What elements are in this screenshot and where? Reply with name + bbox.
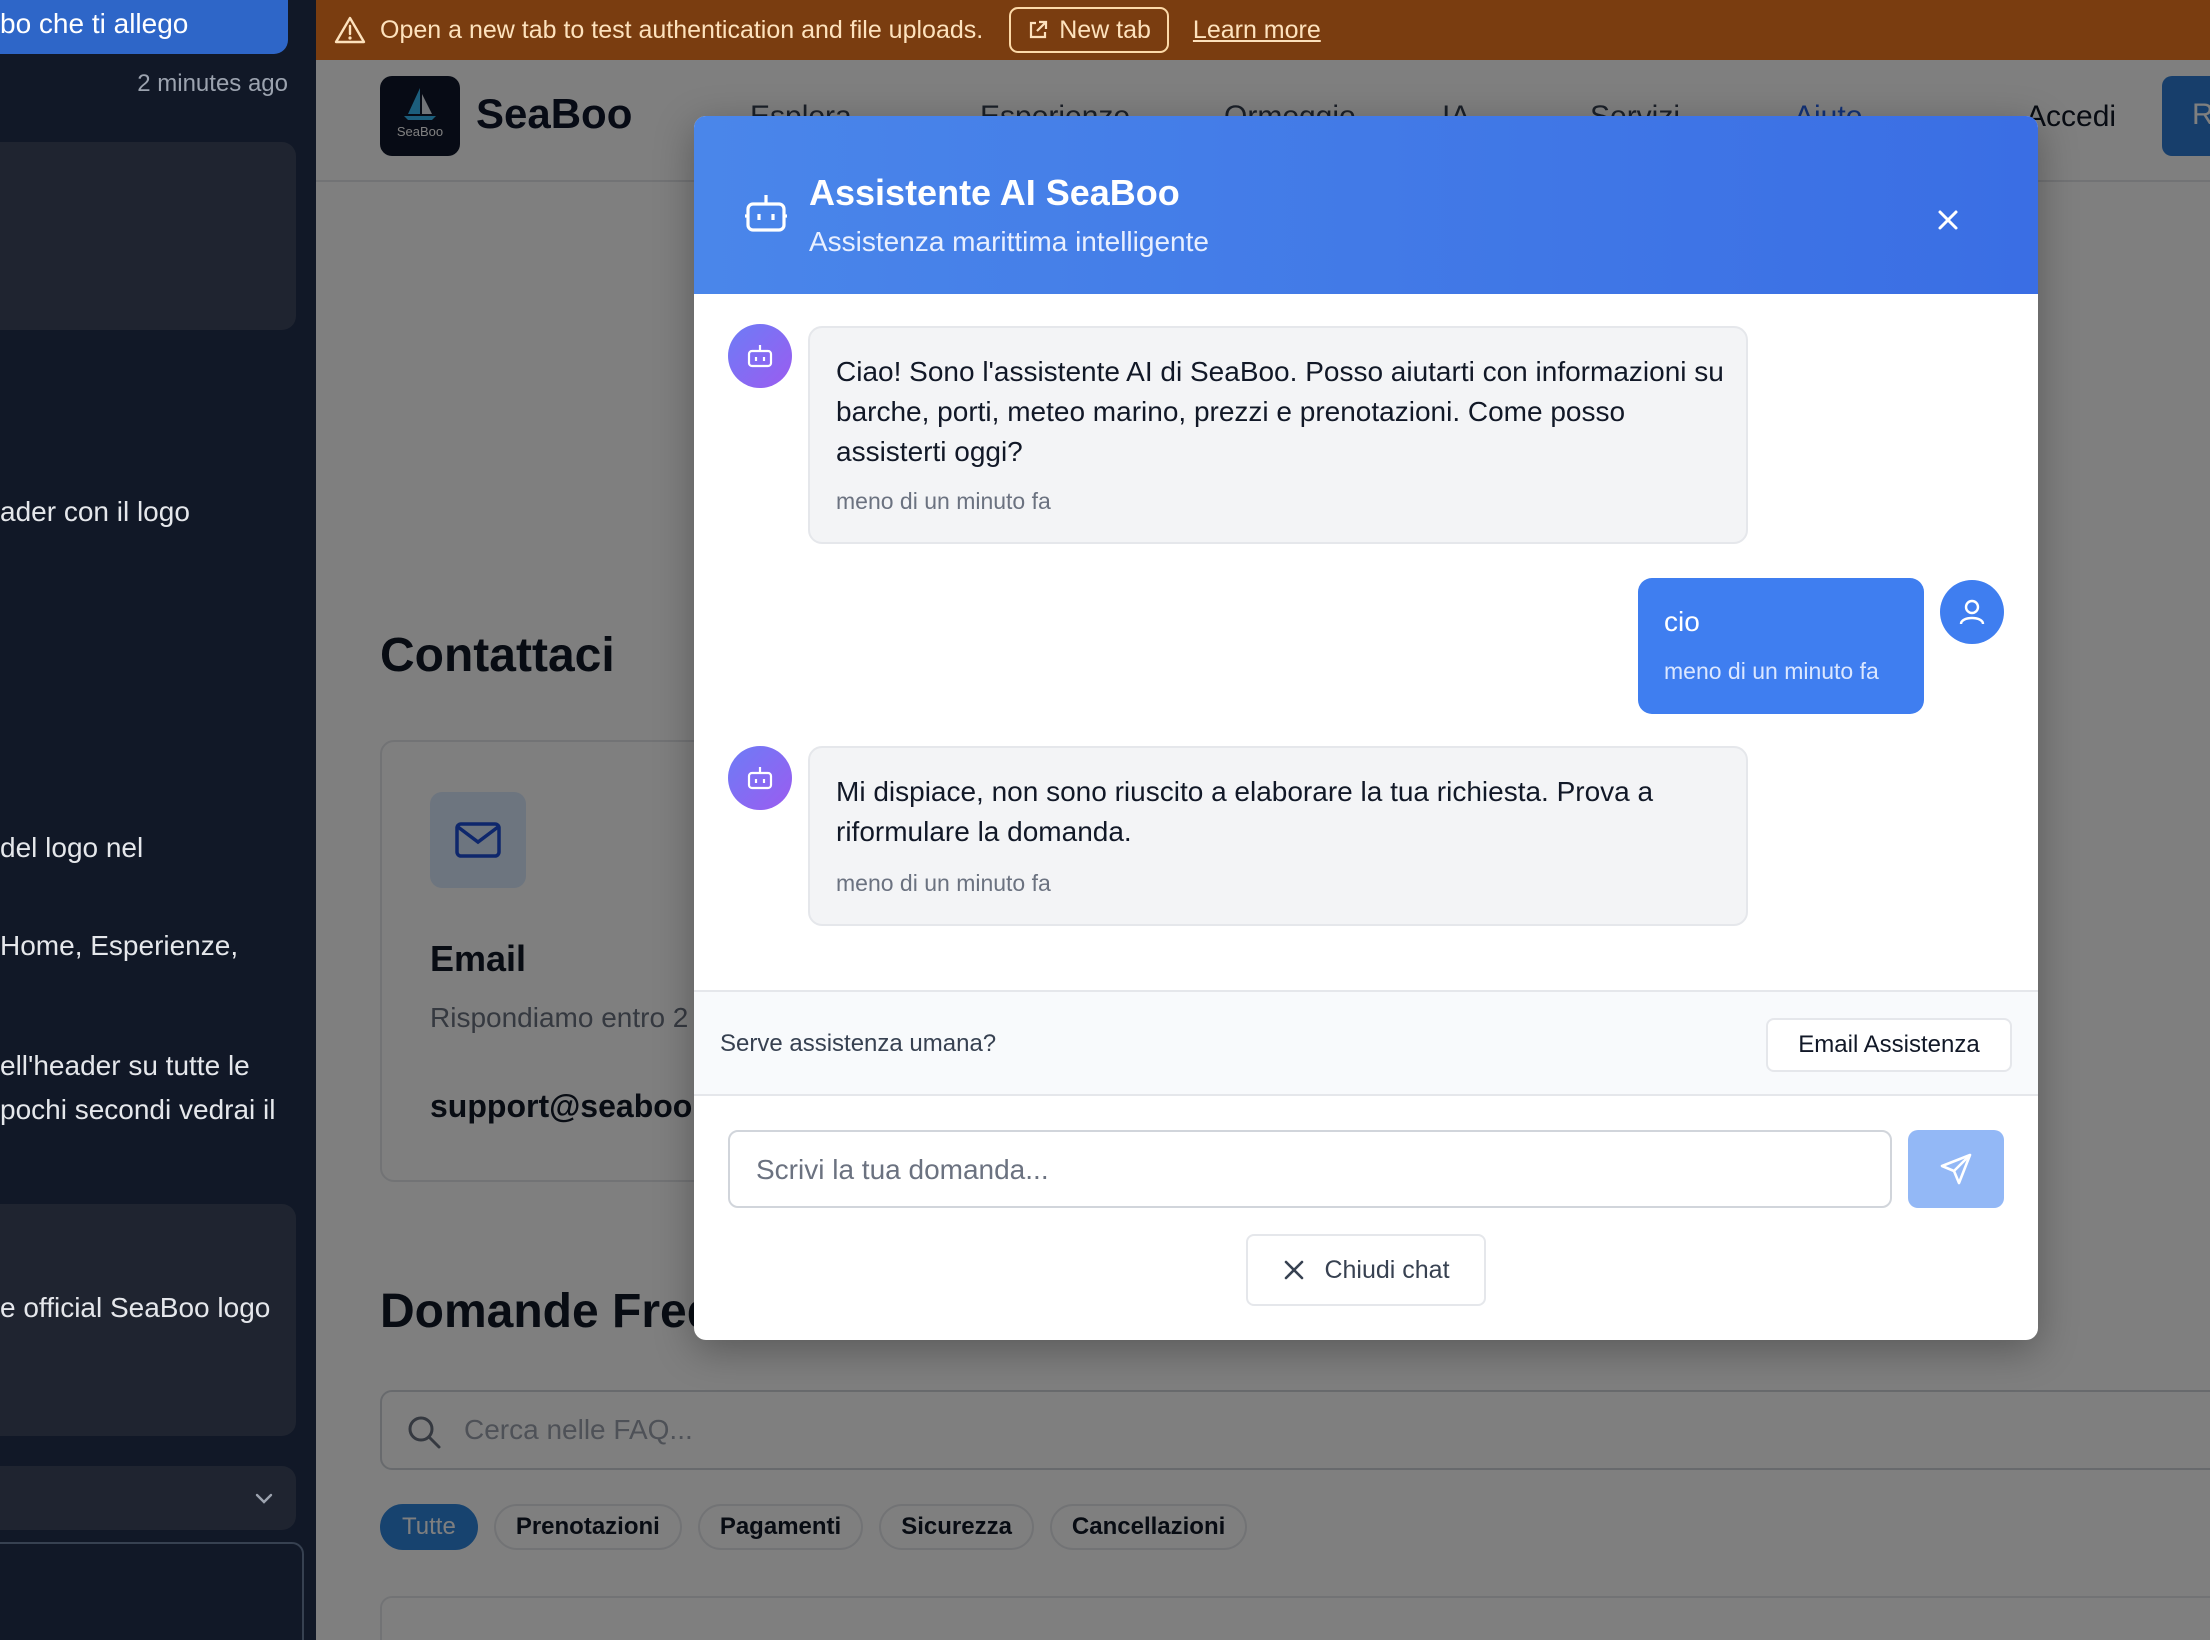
bot-icon xyxy=(747,767,773,790)
warning-banner: Open a new tab to test authentication an… xyxy=(316,0,2210,60)
assistant-text-line: pochi secondi vedrai il xyxy=(0,1094,276,1125)
attachment-card[interactable] xyxy=(0,142,296,330)
message-timestamp: meno di un minuto fa xyxy=(836,488,1051,514)
bot-avatar xyxy=(728,324,792,388)
close-chat-label: Chiudi chat xyxy=(1324,1255,1450,1284)
user-message-text: cio xyxy=(1664,606,1700,637)
model-dropdown[interactable] xyxy=(0,1466,296,1530)
chat-message-input[interactable]: Scrivi la tua domanda... xyxy=(728,1130,1892,1208)
bot-message-text: Ciao! Sono l'assistente AI di SeaBoo. Po… xyxy=(836,356,1724,467)
bot-icon xyxy=(744,192,788,234)
chevron-down-icon xyxy=(254,1488,274,1508)
bot-message-bubble: Mi dispiace, non sono riuscito a elabora… xyxy=(808,746,1748,926)
user-avatar xyxy=(1940,580,2004,644)
send-button[interactable] xyxy=(1908,1130,2004,1208)
bot-message-text: Mi dispiace, non sono riuscito a elabora… xyxy=(836,776,1654,847)
editor-chat-sidebar: bo che ti allego 2 minutes ago ader con … xyxy=(0,0,316,1640)
message-card-text: e official SeaBoo logo xyxy=(0,1292,271,1323)
user-message-bubble: bo che ti allego xyxy=(0,0,288,54)
chat-header: Assistente AI SeaBoo Assistenza marittim… xyxy=(694,116,2038,294)
human-support-bar: Serve assistenza umana? Email Assistenza xyxy=(694,990,2038,1096)
bot-avatar xyxy=(728,746,792,810)
user-message-bubble: cio meno di un minuto fa xyxy=(1638,578,1924,714)
learn-more-link[interactable]: Learn more xyxy=(1193,16,1321,45)
message-timestamp: meno di un minuto fa xyxy=(1664,658,1879,684)
new-tab-button[interactable]: New tab xyxy=(1009,7,1169,53)
chat-title: Assistente AI SeaBoo xyxy=(809,172,1180,213)
bot-icon xyxy=(747,345,773,368)
warning-icon xyxy=(334,15,366,45)
send-icon xyxy=(1940,1153,1972,1185)
user-message-text: bo che ti allego xyxy=(0,8,189,39)
close-chat-button[interactable]: Chiudi chat xyxy=(1246,1234,1486,1306)
assistant-text-line: Home, Esperienze, xyxy=(0,930,239,961)
user-icon xyxy=(1959,599,1985,625)
bot-message-bubble: Ciao! Sono l'assistente AI di SeaBoo. Po… xyxy=(808,326,1748,544)
chat-subtitle: Assistenza marittima intelligente xyxy=(809,226,1209,257)
external-link-icon xyxy=(1027,19,1049,41)
chat-input-placeholder: Scrivi la tua domanda... xyxy=(756,1154,1049,1185)
assistant-text-line: ader con il logo xyxy=(0,496,190,527)
new-tab-label: New tab xyxy=(1059,15,1151,44)
prompt-input[interactable] xyxy=(0,1542,304,1640)
assistant-text-line: del logo nel xyxy=(0,832,144,863)
message-timestamp: meno di un minuto fa xyxy=(836,870,1051,896)
email-support-button[interactable]: Email Assistenza xyxy=(1766,1018,2012,1072)
message-card: e official SeaBoo logo xyxy=(0,1204,296,1436)
banner-message: Open a new tab to test authentication an… xyxy=(380,15,984,44)
ai-chat-modal: Assistente AI SeaBoo Assistenza marittim… xyxy=(694,116,2038,1340)
message-timestamp: 2 minutes ago xyxy=(137,70,288,97)
assistant-text-line: ell'header su tutte le xyxy=(0,1050,250,1081)
close-icon xyxy=(1285,1260,1304,1280)
close-icon[interactable] xyxy=(1930,202,1966,238)
human-support-text: Serve assistenza umana? xyxy=(720,1030,997,1057)
